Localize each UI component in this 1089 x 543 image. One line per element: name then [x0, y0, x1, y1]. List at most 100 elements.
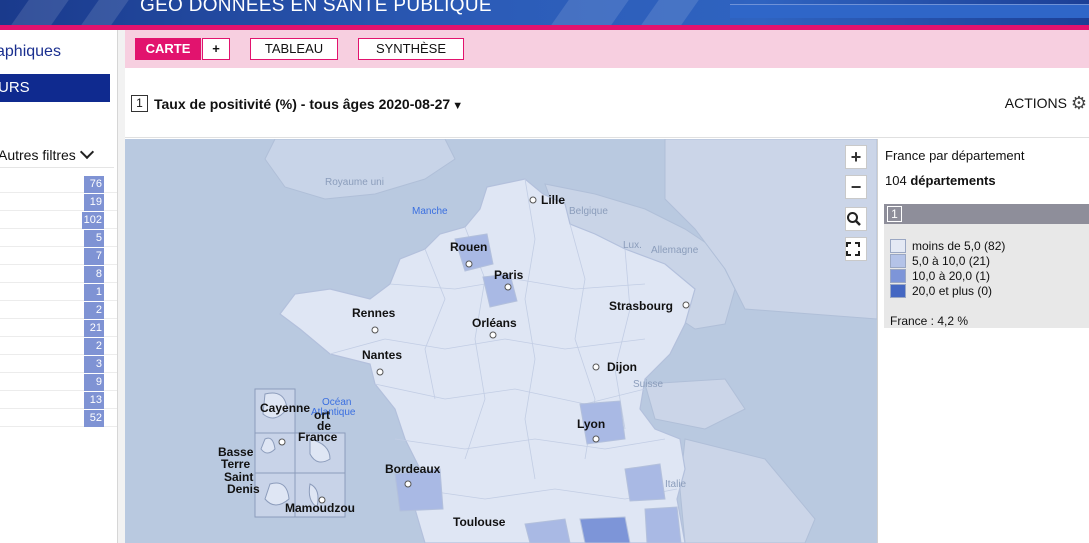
indicator-title[interactable]: Taux de positivité (%) - tous âges 2020-…	[154, 96, 463, 112]
panel-tab[interactable]: URS	[0, 74, 110, 102]
city-label-rouen: Rouen	[450, 240, 488, 254]
map-legend: France par département 104 départements …	[877, 139, 1089, 543]
legend-indicator-number: 1	[887, 206, 902, 222]
count-badge: 19	[84, 194, 104, 211]
banner-decoration	[551, 0, 629, 25]
banner-decoration	[11, 0, 69, 25]
count-badge: 13	[84, 392, 104, 409]
other-filters-dropdown[interactable]: Autres filtres	[0, 142, 114, 168]
department-south-east	[644, 506, 682, 543]
count-badge: 76	[84, 176, 104, 193]
city-label-paris: Paris	[494, 268, 524, 282]
list-item[interactable]: 52	[0, 409, 117, 427]
legend-header: 1	[884, 204, 1089, 224]
banner-decoration	[641, 0, 699, 25]
gear-icon[interactable]: ⚙	[1071, 93, 1087, 114]
legend-item[interactable]: 20,0 et plus (0)	[890, 283, 992, 298]
legend-count-label: départements	[910, 173, 996, 188]
tab-carte[interactable]: CARTE	[135, 38, 201, 60]
legend-count-number: 104	[885, 173, 907, 188]
overseas-label-denis: Denis	[227, 482, 260, 496]
count-badge: 1	[84, 284, 104, 301]
count-badge: 2	[84, 338, 104, 355]
list-item[interactable]: 5	[0, 229, 117, 247]
count-badge: 8	[84, 266, 104, 283]
left-panel: aphiques URS Autres filtres 76 19 102 5 …	[0, 30, 117, 543]
legend-item[interactable]: moins de 5,0 (82)	[890, 238, 1005, 253]
list-item[interactable]: 13	[0, 391, 117, 409]
panel-divider[interactable]	[117, 30, 125, 543]
view-tabs: CARTE + TABLEAU SYNTHÈSE	[125, 30, 1089, 68]
actions-menu[interactable]: ACTIONS	[1005, 95, 1067, 111]
legend-swatch	[890, 238, 906, 253]
list-item[interactable]: 102	[0, 211, 117, 229]
count-badge: 5	[84, 230, 104, 247]
country-label-lux: Lux.	[623, 240, 642, 251]
legend-swatch	[890, 253, 906, 268]
count-badge: 3	[84, 356, 104, 373]
zoom-in-button[interactable]: +	[845, 145, 867, 169]
indicator-label: Taux de positivité (%) - tous âges	[154, 96, 375, 112]
city-label-rennes: Rennes	[352, 306, 396, 320]
overseas-label-terre: Terre	[221, 457, 251, 471]
list-item[interactable]: 7	[0, 247, 117, 265]
list-item[interactable]: 2	[0, 301, 117, 319]
count-badge: 9	[84, 374, 104, 391]
country-label-uk: Royaume uni	[325, 177, 384, 188]
legend-item[interactable]: 5,0 à 10,0 (21)	[890, 253, 990, 268]
neighbor-italy	[679, 438, 816, 543]
overseas-label-mamoudzou: Mamoudzou	[285, 501, 355, 515]
city-label-nantes: Nantes	[362, 348, 403, 362]
other-filters-label: Autres filtres	[0, 146, 76, 163]
city-label-orleans: Orléans	[472, 316, 517, 330]
legend-swatch	[890, 268, 906, 283]
panel-heading[interactable]: aphiques	[0, 43, 61, 61]
list-item[interactable]: 21	[0, 319, 117, 337]
city-label-strasbourg: Strasbourg	[609, 299, 674, 313]
count-badge: 2	[84, 302, 104, 319]
country-label-italie: Italie	[665, 479, 687, 490]
list-item[interactable]: 1	[0, 283, 117, 301]
tab-tableau[interactable]: TABLEAU	[250, 38, 338, 60]
count-badge: 102	[81, 212, 104, 229]
list-item[interactable]: 76	[0, 175, 117, 193]
search-icon[interactable]	[845, 207, 867, 231]
add-map-button[interactable]: +	[202, 38, 230, 60]
department-south-dark	[579, 516, 631, 543]
list-item[interactable]: 8	[0, 265, 117, 283]
banner-search-box[interactable]	[730, 4, 1089, 18]
sea-label-manche: Manche	[412, 206, 448, 217]
count-badge: 7	[84, 248, 104, 265]
legend-france-value: France : 4,2 %	[890, 314, 969, 328]
count-badge: 52	[84, 410, 104, 427]
date-dropdown-icon[interactable]: ▼	[452, 100, 463, 112]
country-label-belgique: Belgique	[569, 206, 608, 217]
tab-synthese[interactable]: SYNTHÈSE	[358, 38, 464, 60]
app-title: GÉO DONNÉES EN SANTÉ PUBLIQUE	[140, 0, 492, 16]
legend-title: France par département	[885, 148, 1025, 163]
chevron-down-icon	[79, 144, 94, 159]
legend-item-label: 5,0 à 10,0 (21)	[912, 253, 991, 268]
list-item[interactable]: 9	[0, 373, 117, 391]
city-label-dijon: Dijon	[607, 360, 637, 374]
overseas-label-cayenne: Cayenne	[260, 401, 311, 415]
city-label-toulouse: Toulouse	[453, 515, 506, 529]
country-label-allemagne: Allemagne	[651, 245, 699, 256]
list-item[interactable]: 3	[0, 355, 117, 373]
department-isere	[624, 463, 666, 502]
map-view[interactable]: Royaume uni Manche Belgique Lux. Allemag…	[125, 139, 877, 543]
list-item[interactable]: 2	[0, 337, 117, 355]
zoom-out-button[interactable]: −	[845, 175, 867, 199]
city-label-bordeaux: Bordeaux	[385, 462, 441, 476]
list-item[interactable]: 19	[0, 193, 117, 211]
indicator-bar: 1 Taux de positivité (%) - tous âges 202…	[125, 68, 1089, 138]
fullscreen-icon[interactable]	[845, 237, 867, 261]
overseas-label-fort-3: France	[298, 430, 338, 444]
country-label-suisse: Suisse	[633, 379, 664, 390]
banner-decoration	[81, 0, 129, 25]
legend-item-label: moins de 5,0 (82)	[912, 238, 1006, 253]
indicator-date[interactable]: 2020-08-27	[379, 96, 451, 112]
legend-item[interactable]: 10,0 à 20,0 (1)	[890, 268, 990, 283]
legend-swatch	[890, 283, 906, 298]
legend-item-label: 20,0 et plus (0)	[912, 283, 993, 298]
